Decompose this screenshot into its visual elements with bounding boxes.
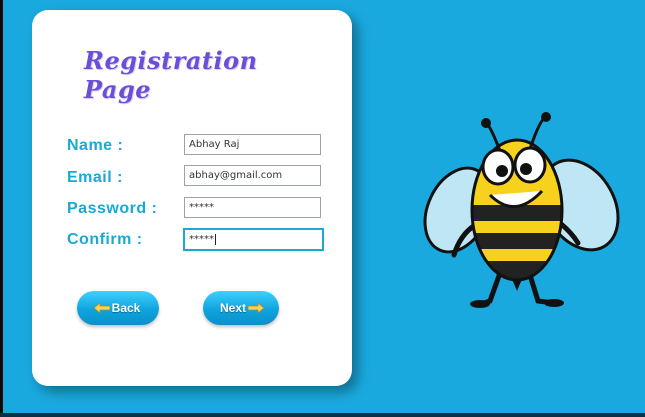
right-arrow-icon bbox=[248, 303, 264, 313]
bee-icon bbox=[423, 112, 620, 308]
confirm-value: ***** bbox=[189, 234, 214, 245]
email-field[interactable]: abhay@gmail.com bbox=[184, 165, 321, 186]
name-label: Name : bbox=[67, 137, 124, 154]
name-value: Abhay Raj bbox=[189, 139, 240, 150]
next-button-label: Next bbox=[219, 301, 246, 315]
password-label: Password : bbox=[67, 200, 158, 217]
confirm-field[interactable]: ***** bbox=[183, 228, 324, 251]
back-button[interactable]: Back bbox=[77, 291, 159, 325]
password-value: ***** bbox=[189, 202, 214, 213]
left-arrow-icon bbox=[93, 303, 110, 313]
registration-card: Registration Page Name : Abhay Raj Email… bbox=[32, 10, 352, 386]
password-field[interactable]: ***** bbox=[184, 197, 321, 218]
text-caret bbox=[215, 233, 216, 245]
next-button[interactable]: Next bbox=[203, 291, 279, 325]
back-button-label: Back bbox=[111, 301, 141, 315]
email-value: abhay@gmail.com bbox=[189, 170, 283, 181]
name-field[interactable]: Abhay Raj bbox=[184, 134, 321, 155]
window-edge-bottom bbox=[0, 413, 645, 417]
window-edge-left bbox=[0, 0, 3, 417]
email-label: Email : bbox=[67, 169, 123, 186]
confirm-label: Confirm : bbox=[67, 231, 143, 248]
page-title: Registration Page bbox=[84, 46, 258, 104]
